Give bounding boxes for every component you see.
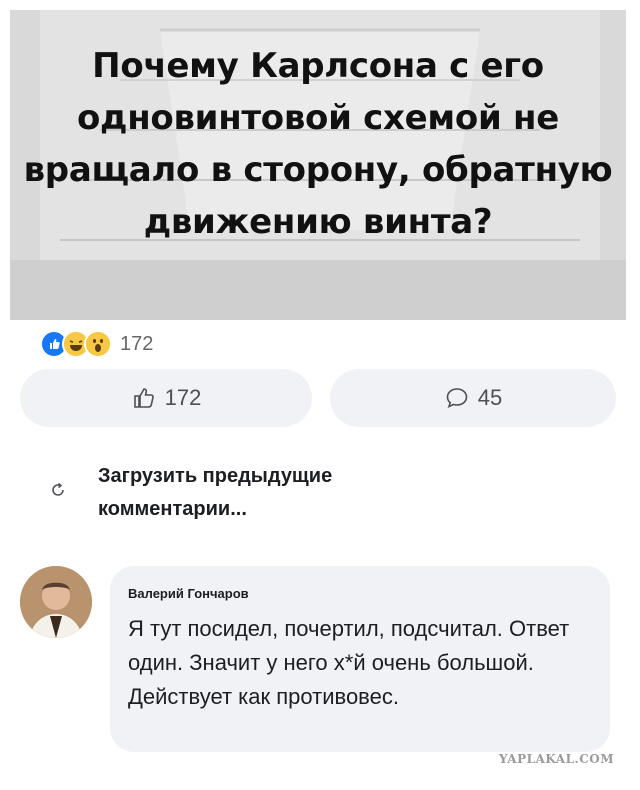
reactions-summary[interactable]: 172 [40, 330, 153, 358]
avatar[interactable] [20, 566, 92, 638]
comment-icon [446, 388, 468, 408]
like-button[interactable]: 172 [20, 369, 312, 427]
comment-count: 45 [477, 385, 503, 410]
comment-bubble: Валерий Гончаров Я тут посидел, почертил… [110, 566, 610, 752]
post-image[interactable]: Почему Карлсона с его одновинтовой схемо… [10, 10, 626, 320]
wow-icon [84, 330, 112, 358]
like-count: 172 [164, 385, 202, 410]
comment-text: Я тут посидел, почертил, подсчитал. Отве… [128, 616, 570, 709]
load-previous-comments[interactable]: Загрузить предыдущие комментарии... [50, 460, 450, 526]
watermark: YAPLAKAL.COM [498, 752, 614, 766]
load-previous-label: Загрузить предыдущие комментарии... [98, 465, 333, 520]
comment-author[interactable]: Валерий Гончаров [128, 586, 249, 601]
comment-button[interactable]: 45 [330, 369, 616, 427]
refresh-icon [52, 482, 64, 496]
reaction-count: 172 [120, 332, 154, 355]
thumbs-up-icon [133, 388, 154, 408]
post-title: Почему Карлсона с его одновинтовой схемо… [23, 46, 613, 242]
